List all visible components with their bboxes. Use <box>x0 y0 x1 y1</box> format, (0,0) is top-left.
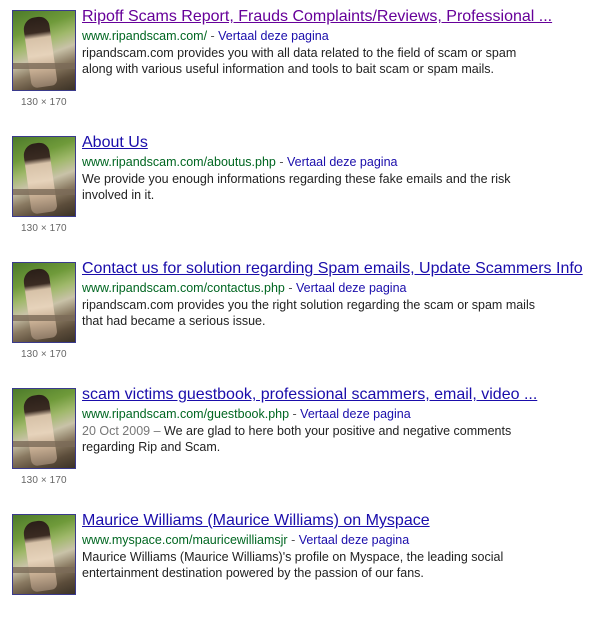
image-dimensions: 130 × 170 <box>21 349 67 360</box>
url-separator: - <box>275 155 287 169</box>
result-snippet: ripandscam.com provides you with all dat… <box>82 45 562 77</box>
result-thumbnail-image[interactable] <box>12 136 76 217</box>
search-result: 130 × 170 Ripoff Scams Report, Frauds Co… <box>12 8 602 136</box>
snippet-line: along with various useful information an… <box>82 62 494 76</box>
search-results-page: 130 × 170 Ripoff Scams Report, Frauds Co… <box>0 0 609 600</box>
thumbnail-rail <box>13 189 75 195</box>
search-result: Maurice Williams (Maurice Williams) on M… <box>12 512 602 640</box>
thumbnail-figure <box>22 393 58 467</box>
result-snippet: 20 Oct 2009 – We are glad to here both y… <box>82 423 562 455</box>
snippet-text: We are glad to here both your positive a… <box>164 424 512 438</box>
result-url: www.ripandscam.com/contactus.php <box>82 281 285 295</box>
url-separator: - <box>287 533 299 547</box>
snippet-line: regarding Rip and Scam. <box>82 440 221 454</box>
translate-page-link[interactable]: Vertaal deze pagina <box>299 533 410 547</box>
result-url-line: www.ripandscam.com/ - Vertaal deze pagin… <box>82 29 329 43</box>
thumbnail-figure <box>22 519 58 593</box>
result-date: 20 Oct 2009 – <box>82 424 165 438</box>
result-title-link[interactable]: About Us <box>82 134 148 152</box>
search-result: 130 × 170 About Us www.ripandscam.com/ab… <box>12 134 602 262</box>
result-url: www.myspace.com/mauricewilliamsjr <box>82 533 288 547</box>
thumbnail-rail <box>13 63 75 69</box>
image-dimensions: 130 × 170 <box>21 223 67 234</box>
search-result: 130 × 170 Contact us for solution regard… <box>12 260 602 388</box>
thumbnail-rail <box>13 315 75 321</box>
thumbnail-figure <box>22 267 58 341</box>
translate-page-link[interactable]: Vertaal deze pagina <box>218 29 329 43</box>
thumbnail-rail <box>13 441 75 447</box>
result-snippet: ripandscam.com provides you the right so… <box>82 297 562 329</box>
result-title-link[interactable]: Ripoff Scams Report, Frauds Complaints/R… <box>82 8 552 26</box>
image-dimensions: 130 × 170 <box>21 475 67 486</box>
result-url-line: www.ripandscam.com/aboutus.php - Vertaal… <box>82 155 397 169</box>
result-snippet: Maurice Williams (Maurice Williams)'s pr… <box>82 549 562 581</box>
result-title-link[interactable]: Maurice Williams (Maurice Williams) on M… <box>82 512 430 530</box>
result-title-link[interactable]: Contact us for solution regarding Spam e… <box>82 260 583 278</box>
image-dimensions: 130 × 170 <box>21 97 67 108</box>
result-url: www.ripandscam.com/ <box>82 29 208 43</box>
result-url: www.ripandscam.com/guestbook.php <box>82 407 290 421</box>
thumbnail-figure <box>22 141 58 215</box>
result-thumbnail-image[interactable] <box>12 514 76 595</box>
snippet-line: that had became a serious issue. <box>82 314 266 328</box>
result-thumbnail-image[interactable] <box>12 262 76 343</box>
thumbnail-figure <box>22 15 58 89</box>
translate-page-link[interactable]: Vertaal deze pagina <box>287 155 398 169</box>
snippet-line: We provide you enough informations regar… <box>82 172 511 186</box>
url-separator: - <box>284 281 296 295</box>
search-result: 130 × 170 scam victims guestbook, profes… <box>12 386 602 514</box>
snippet-line: involved in it. <box>82 188 155 202</box>
url-separator: - <box>289 407 301 421</box>
result-title-link[interactable]: scam victims guestbook, professional sca… <box>82 386 537 404</box>
result-url-line: www.myspace.com/mauricewilliamsjr - Vert… <box>82 533 409 547</box>
snippet-line: 20 Oct 2009 – We are glad to here both y… <box>82 423 562 439</box>
result-url: www.ripandscam.com/aboutus.php <box>82 155 276 169</box>
result-snippet: We provide you enough informations regar… <box>82 171 562 203</box>
snippet-line: Maurice Williams (Maurice Williams)'s pr… <box>82 550 504 564</box>
snippet-line: ripandscam.com provides you the right so… <box>82 298 535 312</box>
result-thumbnail-image[interactable] <box>12 388 76 469</box>
result-url-line: www.ripandscam.com/contactus.php - Verta… <box>82 281 407 295</box>
thumbnail-rail <box>13 567 75 573</box>
snippet-line: entertainment destination powered by the… <box>82 566 424 580</box>
snippet-line: ripandscam.com provides you with all dat… <box>82 46 517 60</box>
result-url-line: www.ripandscam.com/guestbook.php - Verta… <box>82 407 411 421</box>
translate-page-link[interactable]: Vertaal deze pagina <box>296 281 407 295</box>
result-thumbnail-image[interactable] <box>12 10 76 91</box>
translate-page-link[interactable]: Vertaal deze pagina <box>300 407 411 421</box>
url-separator: - <box>207 29 219 43</box>
